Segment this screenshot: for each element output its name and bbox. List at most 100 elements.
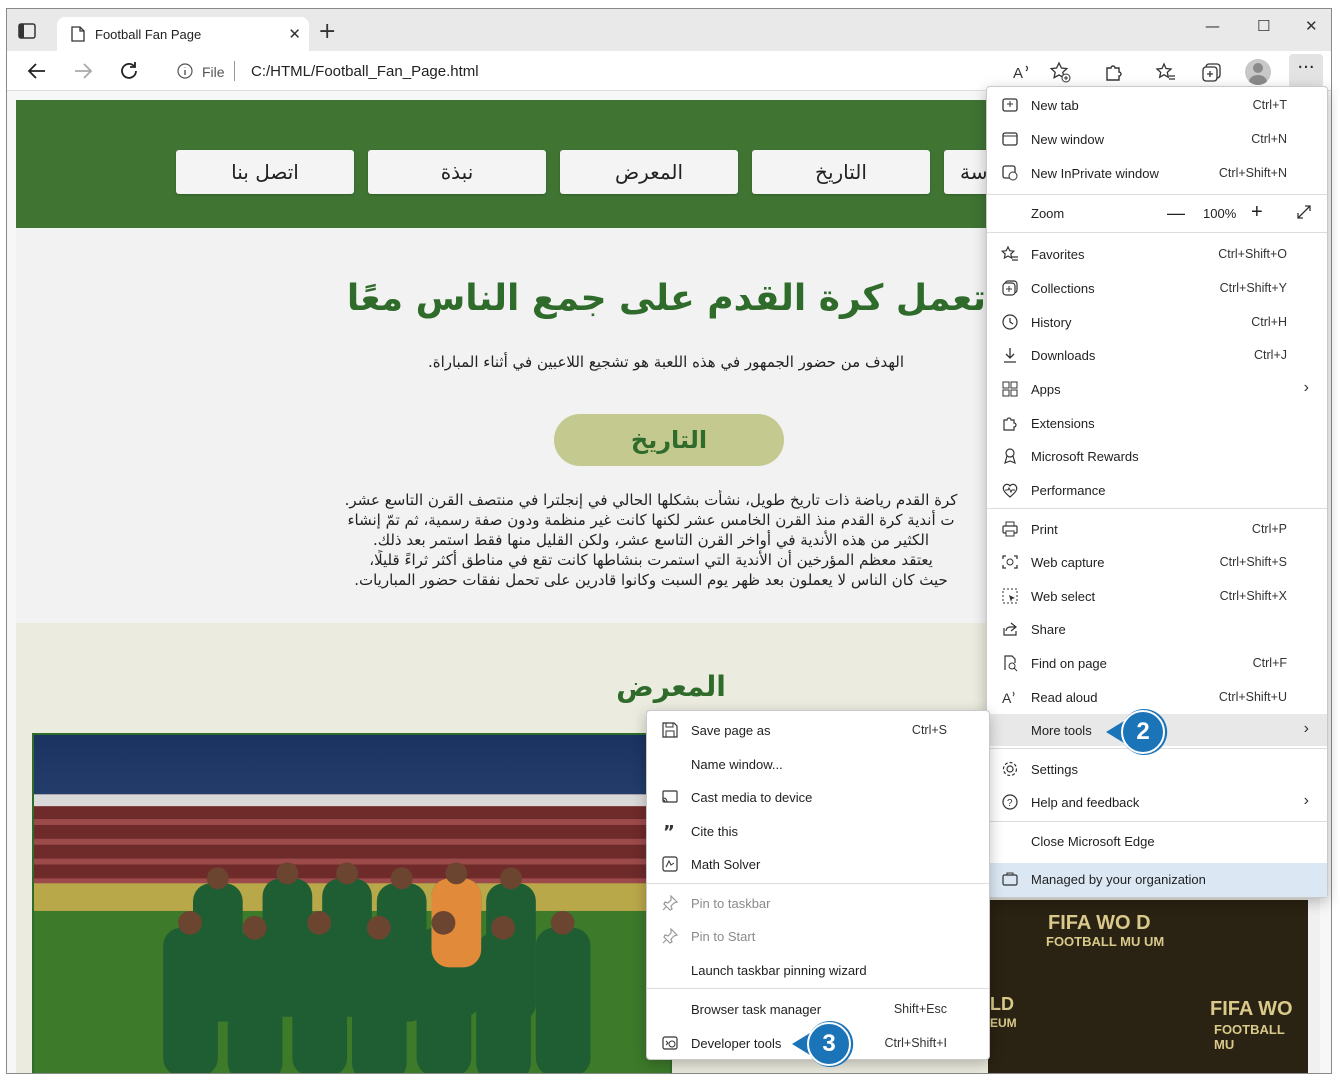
menu-label: Extensions [1031,416,1095,431]
svg-text:?: ? [1007,798,1013,809]
submenu-shortcut: Ctrl+S [911,723,947,737]
menu-label: Read aloud [1031,690,1098,705]
fullscreen-icon[interactable] [1295,203,1313,221]
submenu-label: Cast media to device [691,790,813,805]
menu-label: Web capture [1031,555,1105,570]
forward-icon[interactable] [71,59,95,83]
menu-print[interactable]: Print Ctrl+P [987,513,1327,545]
submenu-shortcut: Ctrl+Shift+I [884,1036,947,1050]
new-tab-button[interactable]: + [318,19,336,44]
menu-shortcut: Ctrl+Shift+U [1218,690,1287,704]
back-icon[interactable] [25,59,49,83]
menu-label: Collections [1031,281,1095,296]
menu-shortcut: Ctrl+F [1252,656,1287,670]
menu-collections[interactable]: Collections Ctrl+Shift+Y [987,272,1327,304]
menu-managed-by-org[interactable]: Managed by your organization [987,863,1327,897]
devtools-icon [662,1036,678,1050]
site-nav-about[interactable]: نبذة [368,150,546,194]
menu-downloads[interactable]: Downloads Ctrl+J [987,339,1327,371]
menu-rewards[interactable]: Microsoft Rewards [987,440,1327,472]
collections-icon[interactable] [1201,61,1223,83]
submenu-cite-this[interactable]: ” Cite this [647,815,989,847]
submenu-cast-media[interactable]: Cast media to device [647,781,989,813]
settings-and-more-button[interactable]: ··· [1289,54,1323,88]
history-icon [1002,314,1018,330]
briefcase-icon [1002,872,1018,886]
help-icon: ? [1002,794,1018,810]
chevron-right-icon: › [1303,720,1309,737]
menu-web-capture[interactable]: Web capture Ctrl+Shift+S [987,546,1327,578]
site-nav-history[interactable]: التاريخ [752,150,930,194]
add-favorite-icon[interactable] [1049,61,1071,83]
tab-bar: Football Fan Page ✕ + — ☐ ✕ [7,9,1331,51]
hero-subtitle: الهدف من حضور الجمهور في هذه اللعبة هو ت… [427,353,905,371]
pin-icon [662,927,679,944]
favorites-icon[interactable] [1155,61,1177,83]
history-line: الكثير من هذه الأندية في أواخر القرن الت… [372,531,930,549]
chevron-right-icon: › [1303,792,1309,809]
rewards-icon [1004,448,1016,465]
menu-shortcut: Ctrl+N [1251,132,1287,146]
photo-text: EUM [990,1016,1017,1030]
history-line: كرة القدم رياضة ذات تاريخ طويل، نشأت بشك… [344,491,958,509]
menu-shortcut: Ctrl+Shift+X [1219,589,1287,603]
extensions-icon[interactable] [1103,61,1125,83]
menu-shortcut: Ctrl+Shift+N [1218,166,1287,180]
submenu-name-window[interactable]: Name window... [647,748,989,780]
menu-separator [987,508,1327,509]
menu-shortcut: Ctrl+Shift+O [1218,247,1287,261]
zoom-in-icon[interactable]: + [1251,201,1263,224]
menu-shortcut: Ctrl+H [1251,315,1287,329]
menu-web-select[interactable]: Web select Ctrl+Shift+X [987,580,1327,612]
svg-text:”: ” [663,822,675,840]
menu-history[interactable]: History Ctrl+H [987,306,1327,338]
submenu-label: Pin to taskbar [691,896,771,911]
menu-share[interactable]: Share [987,613,1327,645]
history-section-button[interactable]: التاريخ [554,414,784,466]
site-nav-contact[interactable]: اتصل بنا [176,150,354,194]
menu-new-window[interactable]: New window Ctrl+N [987,123,1327,155]
submenu-save-page[interactable]: Save page as Ctrl+S [647,714,989,746]
address-divider [234,61,235,81]
profile-avatar[interactable] [1245,59,1271,85]
photo-text: FOOTBALL MU UM [1046,934,1165,949]
step-callout-3: 3 [792,1021,854,1067]
close-tab-icon[interactable]: ✕ [288,25,301,43]
tab-actions-icon[interactable] [17,21,41,41]
collections-icon [1002,280,1018,296]
browser-tab[interactable]: Football Fan Page ✕ [57,17,309,51]
menu-find-on-page[interactable]: Find on page Ctrl+F [987,647,1327,679]
web-capture-icon [1002,555,1018,569]
submenu-separator [647,988,989,989]
address-url[interactable]: C:/HTML/Football_Fan_Page.html [251,63,479,80]
menu-label: New window [1031,132,1104,147]
site-nav-gallery[interactable]: المعرض [560,150,738,194]
submenu-pinning-wizard[interactable]: Launch taskbar pinning wizard [647,954,989,986]
minimize-icon[interactable]: — [1205,17,1220,35]
extensions-icon [1003,417,1017,431]
menu-shortcut: Ctrl+J [1254,348,1287,362]
submenu-label: Launch taskbar pinning wizard [691,963,867,978]
window-close-icon[interactable]: ✕ [1305,17,1318,35]
menu-new-inprivate[interactable]: New InPrivate window Ctrl+Shift+N [987,157,1327,189]
menu-label: Close Microsoft Edge [1031,834,1155,849]
address-bar[interactable]: File C:/HTML/Football_Fan_Page.html [159,55,991,87]
menu-extensions[interactable]: Extensions [987,407,1327,439]
menu-favorites[interactable]: Favorites Ctrl+Shift+O [987,238,1327,270]
read-aloud-icon[interactable]: A [1011,61,1033,83]
menu-help[interactable]: ? Help and feedback › [987,786,1327,818]
menu-settings[interactable]: Settings [987,753,1327,785]
submenu-math-solver[interactable]: Math Solver [647,848,989,880]
menu-shortcut: Ctrl+Shift+Y [1219,281,1287,295]
maximize-icon[interactable]: ☐ [1257,17,1270,35]
menu-new-tab[interactable]: New tab Ctrl+T [987,89,1327,121]
info-icon[interactable] [177,63,193,79]
zoom-out-icon[interactable]: — [1167,203,1185,224]
page-icon [71,26,85,42]
menu-close-edge[interactable]: Close Microsoft Edge [987,825,1327,857]
menu-performance[interactable]: Performance [987,474,1327,506]
menu-separator [987,194,1327,195]
settings-icon [1002,761,1018,777]
refresh-icon[interactable] [117,59,141,83]
menu-apps[interactable]: Apps › [987,373,1327,405]
